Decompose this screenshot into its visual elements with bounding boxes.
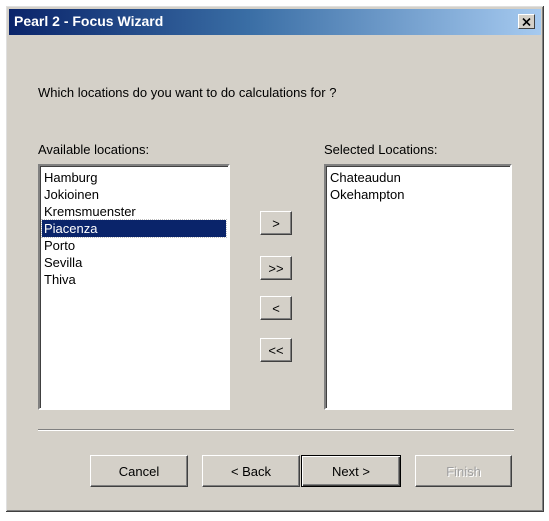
finish-button[interactable]: Finish [415, 455, 512, 487]
list-item[interactable]: Jokioinen [42, 186, 226, 203]
list-item[interactable]: Piacenza [41, 219, 227, 238]
list-item[interactable]: Hamburg [42, 169, 226, 186]
list-item[interactable]: Chateaudun [328, 169, 508, 186]
footer-separator [38, 429, 514, 431]
available-locations-label: Available locations: [38, 142, 150, 157]
list-item[interactable]: Okehampton [328, 186, 508, 203]
list-item[interactable]: Porto [42, 237, 226, 254]
selected-locations-label: Selected Locations: [324, 142, 438, 157]
selected-locations-list[interactable]: Chateaudun Okehampton [324, 164, 512, 410]
add-all-locations-button[interactable]: >> [260, 256, 292, 280]
add-location-button[interactable]: > [260, 211, 292, 235]
close-icon [522, 17, 531, 26]
list-item[interactable]: Thiva [42, 271, 226, 288]
available-locations-list[interactable]: Hamburg Jokioinen Kremsmuenster Piacenza Por… [38, 164, 230, 410]
question-text: Which locations do you want to do calcul… [38, 85, 337, 100]
remove-all-locations-button[interactable]: << [260, 338, 292, 362]
close-button[interactable] [518, 14, 535, 29]
window-title: Pearl 2 - Focus Wizard [14, 13, 164, 29]
list-item[interactable]: Kremsmuenster [42, 203, 226, 220]
wizard-window: Pearl 2 - Focus Wizard Which locations d… [5, 5, 545, 513]
next-button[interactable]: Next > [301, 455, 401, 487]
cancel-button[interactable]: Cancel [90, 455, 188, 487]
remove-location-button[interactable]: < [260, 296, 292, 320]
list-item[interactable]: Sevilla [42, 254, 226, 271]
title-bar[interactable]: Pearl 2 - Focus Wizard [9, 9, 541, 35]
back-button[interactable]: < Back [202, 455, 300, 487]
